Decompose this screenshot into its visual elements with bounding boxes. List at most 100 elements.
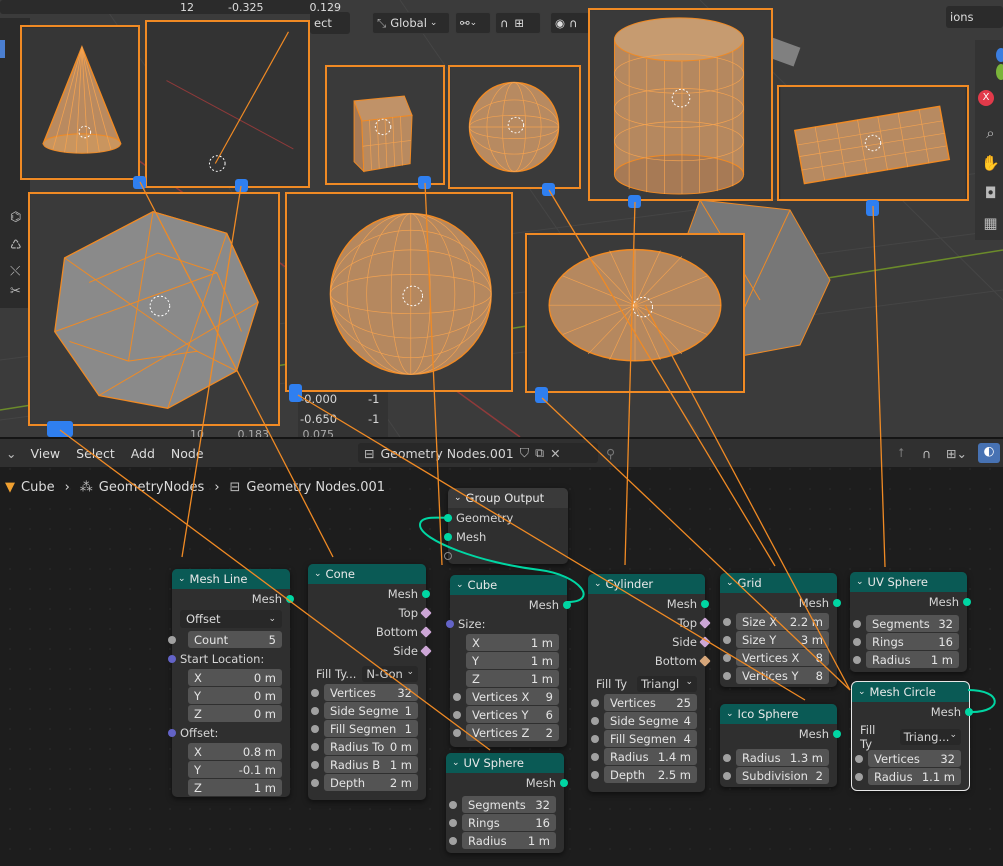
radius-field[interactable]: Radius 1 m <box>853 651 959 668</box>
float-socket[interactable] <box>311 742 319 751</box>
y-axis-gizmo[interactable] <box>996 64 1003 80</box>
mesh-line-node[interactable]: ⌄ Mesh Line Mesh Offset ⌄ Count 5 Start Loc… <box>168 569 294 797</box>
vector-socket[interactable] <box>168 654 176 663</box>
3d-viewport[interactable]: 12 -0.325 0.129 ect ⤡ Global ⌄ ⚯ ⌄ ∩ ⊞ ◉ ∩ … <box>0 0 1003 437</box>
uv-sphere-node[interactable]: ⌄ UV Sphere Mesh Segments 32 Rings 16 Radiu… <box>850 572 971 672</box>
collapse-chevron-icon[interactable]: ⌄ <box>314 569 322 579</box>
select-menu[interactable]: Select <box>68 446 123 461</box>
collapse-chevron-icon[interactable]: ⌄ <box>726 709 734 719</box>
select-menu-partial[interactable]: ect <box>310 12 350 34</box>
float-socket[interactable] <box>723 635 731 644</box>
integer-socket[interactable] <box>723 653 731 662</box>
integer-socket[interactable] <box>311 706 319 715</box>
pan-hand-icon[interactable]: ✋ <box>978 154 1003 176</box>
offset-y-field[interactable]: Y -0.1 m <box>188 761 282 778</box>
collapse-chevron-icon[interactable]: ⌄ <box>858 687 866 697</box>
camera-icon[interactable]: ◘ <box>978 184 1003 206</box>
radius-field[interactable]: Radius 1.4 m <box>591 748 697 765</box>
radius-field[interactable]: Radius 1.1 m <box>855 768 961 785</box>
cube-node[interactable]: ⌄ Cube Mesh Size: X 1 m Y 1 m Z 1 m Vertices… <box>446 575 571 747</box>
vertices-y-field[interactable]: Vertices Y 6 <box>453 706 559 723</box>
pivot-dropdown[interactable]: ⚯ ⌄ <box>455 12 491 34</box>
subdivision-field[interactable]: Subdivision 2 <box>723 767 829 784</box>
offset-x-field[interactable]: X 0.8 m <box>188 743 282 760</box>
node-menu[interactable]: Node <box>163 446 212 461</box>
shear-tool-icon[interactable]: ⤬ <box>10 264 20 279</box>
offset-z-field[interactable]: Z 1 m <box>188 779 282 796</box>
geometry-socket[interactable] <box>422 589 430 598</box>
node-header[interactable]: ⌄ Grid <box>720 573 837 593</box>
radius-field[interactable]: Radius 1 m <box>449 832 556 849</box>
collapse-chevron-icon[interactable]: ⌄ <box>452 758 460 768</box>
empty-socket[interactable] <box>444 551 452 560</box>
integer-socket[interactable] <box>453 728 461 737</box>
spin-tool-icon[interactable]: ⌬ <box>10 210 21 225</box>
geometry-socket[interactable] <box>965 707 973 716</box>
depth-field[interactable]: Depth 2 m <box>311 774 418 791</box>
count-field[interactable]: Count 5 <box>188 631 282 648</box>
integer-socket[interactable] <box>168 635 176 644</box>
fill-segments-field[interactable]: Fill Segmen 1 <box>311 720 418 737</box>
float-socket[interactable] <box>449 836 457 845</box>
fill-type-dropdown[interactable]: N-Gon ⌄ <box>362 665 418 682</box>
float-socket[interactable] <box>723 753 731 762</box>
segments-field[interactable]: Segments 32 <box>449 796 556 813</box>
boolean-field-socket[interactable] <box>420 625 432 638</box>
node-header[interactable]: ⌄ UV Sphere <box>446 753 564 773</box>
integer-socket[interactable] <box>591 698 599 707</box>
node-header[interactable]: ⌄ Ico Sphere <box>720 704 837 724</box>
vector-socket[interactable] <box>168 728 176 737</box>
collapse-chevron-icon[interactable]: ⌄ <box>726 578 734 588</box>
zoom-icon[interactable]: ⌕ <box>978 124 1003 146</box>
node-header[interactable]: ⌄ Cube <box>450 575 567 595</box>
uv-sphere-node[interactable]: ⌄ UV Sphere Mesh Segments 32 Rings 16 Radiu… <box>446 753 568 853</box>
snap-icon[interactable]: ∩ <box>922 446 931 461</box>
boolean-field-socket-linked[interactable] <box>699 654 711 667</box>
fill-type-dropdown[interactable]: Triang... ⌄ <box>899 728 961 745</box>
start-x-field[interactable]: X 0 m <box>188 669 282 686</box>
node-group-selector[interactable]: ⊟ Geometry Nodes.001 ⛉ ⧉ ✕ <box>358 443 598 463</box>
close-icon[interactable]: ✕ <box>550 446 560 461</box>
z-axis-gizmo[interactable] <box>996 48 1003 62</box>
boolean-field-socket[interactable] <box>420 644 432 657</box>
vertices-y-field[interactable]: Vertices Y 8 <box>723 667 829 684</box>
size-y-field[interactable]: Size Y 3 m <box>723 631 829 648</box>
size-x-field[interactable]: X 1 m <box>466 634 559 651</box>
view-menu[interactable]: View <box>22 446 68 461</box>
integer-socket[interactable] <box>591 716 599 725</box>
parent-node-tree-icon[interactable]: ⭡ <box>898 445 904 461</box>
cylinder-node[interactable]: ⌄ Cylinder Mesh Top Side Bottom Fill Ty Tr… <box>588 574 711 792</box>
node-header[interactable]: ⌄ Mesh Circle <box>852 682 969 702</box>
editor-type-icon[interactable]: ⌄ <box>0 446 22 461</box>
options-menu[interactable]: ions <box>946 6 1003 28</box>
integer-socket[interactable] <box>855 754 863 763</box>
depth-field[interactable]: Depth 2.5 m <box>591 766 697 783</box>
snap-toggle[interactable]: ∩ ⊞ <box>495 12 541 34</box>
rip-tool-icon[interactable]: ✂ <box>10 284 21 299</box>
float-socket[interactable] <box>723 617 731 626</box>
mesh-circle-node[interactable]: ⌄ Mesh Circle Mesh Fill Ty Triang... ⌄ Vert… <box>851 681 973 791</box>
geometry-socket[interactable] <box>701 599 709 608</box>
start-y-field[interactable]: Y 0 m <box>188 687 282 704</box>
float-socket[interactable] <box>591 770 599 779</box>
collapse-chevron-icon[interactable]: ⌄ <box>456 580 464 590</box>
transform-orientation-dropdown[interactable]: ⤡ Global ⌄ <box>372 12 450 34</box>
fill-segments-field[interactable]: Fill Segmen 4 <box>591 730 697 747</box>
fake-user-shield-icon[interactable]: ⛉ <box>520 445 529 461</box>
geometry-socket[interactable] <box>286 594 294 603</box>
geometry-socket[interactable] <box>560 778 568 787</box>
smooth-tool-icon[interactable]: ♺ <box>10 238 22 253</box>
size-y-field[interactable]: Y 1 m <box>466 652 559 669</box>
integer-socket[interactable] <box>311 724 319 733</box>
size-z-field[interactable]: Z 1 m <box>466 670 559 687</box>
float-socket[interactable] <box>311 778 319 787</box>
ico-sphere-node[interactable]: ⌄ Ico Sphere Mesh Radius 1.3 m Subdivision… <box>720 704 841 787</box>
pin-icon[interactable]: ⚲ <box>606 446 615 461</box>
snap-mode-dropdown[interactable]: ⊞⌄ <box>946 446 967 461</box>
integer-socket[interactable] <box>453 710 461 719</box>
side-segments-field[interactable]: Side Segme 1 <box>311 702 418 719</box>
x-axis-gizmo[interactable]: X <box>978 90 994 106</box>
duplicate-icon[interactable]: ⧉ <box>535 445 544 461</box>
boolean-field-socket[interactable] <box>420 606 432 619</box>
vertices-z-field[interactable]: Vertices Z 2 <box>453 724 559 741</box>
